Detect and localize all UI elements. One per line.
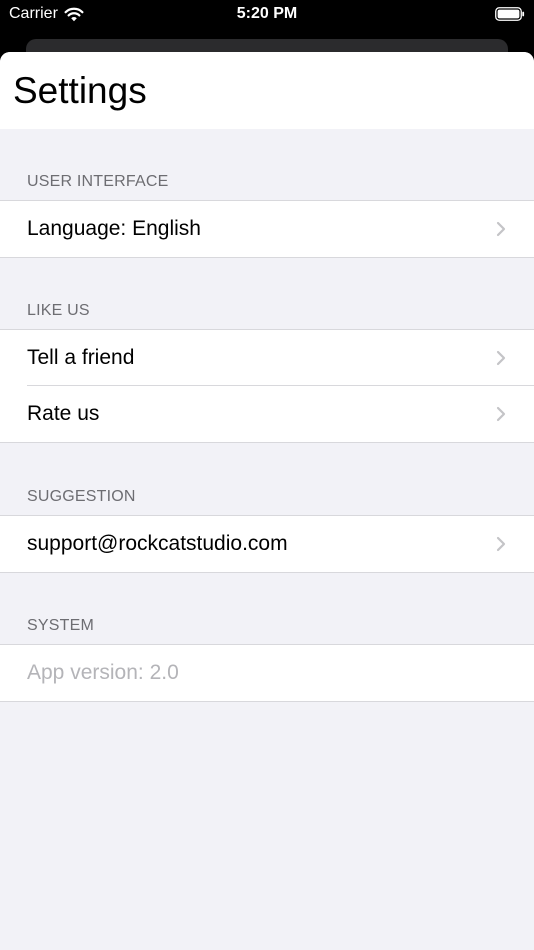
app-version-row: App version: 2.0 bbox=[0, 645, 534, 701]
navigation-header: Settings bbox=[0, 52, 534, 129]
status-bar: Carrier 5:20 PM bbox=[0, 0, 534, 30]
settings-sheet: Settings USER INTERFACE Language: Englis… bbox=[0, 52, 534, 950]
section-group-like-us: Tell a friend Rate us bbox=[0, 329, 534, 443]
section-header-user-interface: USER INTERFACE bbox=[27, 173, 169, 190]
rate-us-row[interactable]: Rate us bbox=[0, 386, 534, 442]
support-email-label: support@rockcatstudio.com bbox=[27, 532, 288, 555]
language-label: Language: English bbox=[27, 217, 201, 240]
chevron-right-icon bbox=[496, 221, 506, 237]
section-group-suggestion: support@rockcatstudio.com bbox=[0, 515, 534, 573]
battery-icon bbox=[495, 7, 525, 21]
tell-a-friend-label: Tell a friend bbox=[27, 346, 135, 369]
chevron-right-icon bbox=[496, 536, 506, 552]
page-title: Settings bbox=[13, 70, 147, 111]
app-version-label: App version: 2.0 bbox=[27, 661, 179, 684]
section-group-system: App version: 2.0 bbox=[0, 644, 534, 702]
section-header-system: SYSTEM bbox=[27, 617, 94, 634]
tell-a-friend-row[interactable]: Tell a friend bbox=[0, 330, 534, 386]
status-time: 5:20 PM bbox=[236, 5, 298, 22]
section-header-suggestion: SUGGESTION bbox=[27, 488, 136, 505]
rate-us-label: Rate us bbox=[27, 402, 100, 425]
section-group-user-interface: Language: English bbox=[0, 200, 534, 258]
chevron-right-icon bbox=[496, 350, 506, 366]
support-email-row[interactable]: support@rockcatstudio.com bbox=[0, 516, 534, 572]
section-header-like-us: LIKE US bbox=[27, 302, 90, 319]
language-row[interactable]: Language: English bbox=[0, 201, 534, 257]
chevron-right-icon bbox=[496, 406, 506, 422]
